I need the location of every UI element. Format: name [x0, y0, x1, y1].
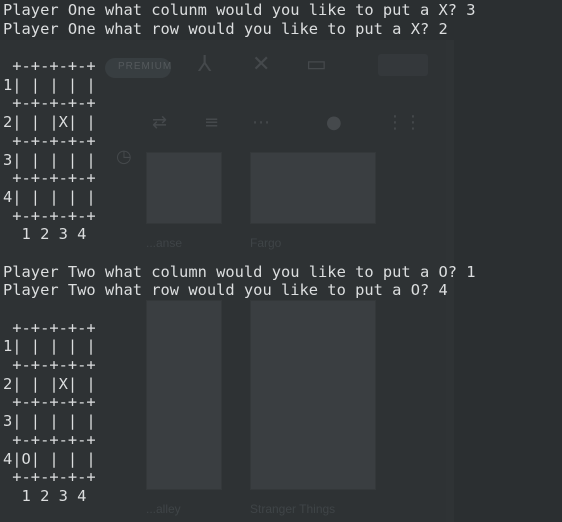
board-row-1: 1| | | | | — [3, 75, 96, 94]
terminal-line: Player Two what column would you like to… — [3, 262, 476, 281]
board-border-line: +-+-+-+-+ — [3, 169, 96, 188]
board-border-line: +-+-+-+-+ — [3, 356, 96, 375]
board-row-3: 3| | | | | — [3, 412, 96, 431]
board-border-line: +-+-+-+-+ — [3, 430, 96, 449]
board-row-2: 2| | |X| | — [3, 374, 96, 393]
board-border-line: +-+-+-+-+ — [3, 57, 96, 76]
board-border-line: +-+-+-+-+ — [3, 94, 96, 113]
terminal-line: Player Two what row would you like to pu… — [3, 281, 448, 300]
terminal-window[interactable]: PREMIUM ⅄ ✕ ▭ ⇄ ≡ ⋯ ● ⋮⋮ ◷ ...anse Fargo… — [0, 0, 562, 522]
terminal-line: Player One what colunm would you like to… — [3, 1, 476, 19]
board-border-line: +-+-+-+-+ — [3, 206, 96, 225]
board-border-line: +-+-+-+-+ — [3, 131, 96, 150]
terminal-line: Player One what row would you like to pu… — [3, 19, 448, 38]
board-row-4: 4|O| | | | — [3, 449, 96, 468]
board-column-labels: 1 2 3 4 — [3, 486, 87, 505]
board-row-4: 4| | | | | — [3, 187, 96, 206]
board-row-3: 3| | | | | — [3, 150, 96, 169]
board-row-1: 1| | | | | — [3, 337, 96, 356]
board-column-labels: 1 2 3 4 — [3, 225, 87, 244]
terminal-output[interactable]: Player One what colunm would you like to… — [3, 1, 476, 506]
board-border-line: +-+-+-+-+ — [3, 468, 96, 487]
board-row-2: 2| | |X| | — [3, 113, 96, 132]
board-border-line: +-+-+-+-+ — [3, 393, 96, 412]
board-border-line: +-+-+-+-+ — [3, 318, 96, 337]
